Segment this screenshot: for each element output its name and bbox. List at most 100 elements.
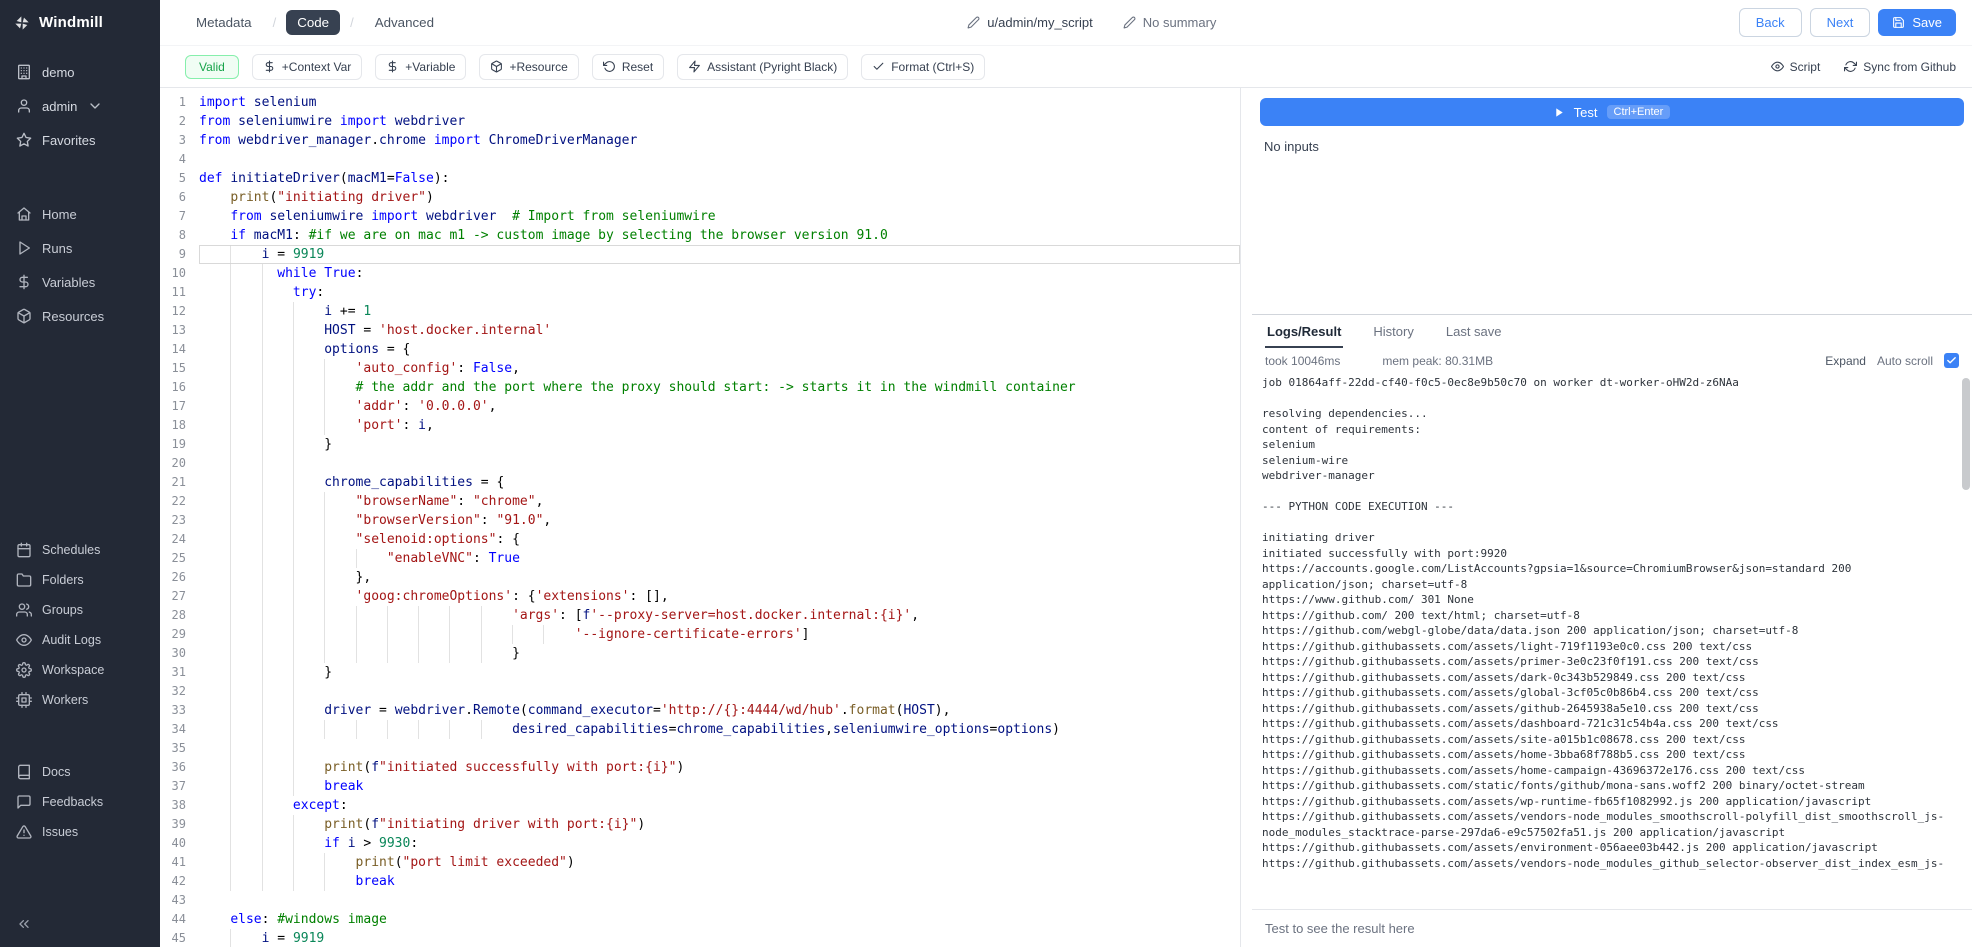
auto-scroll-checkbox[interactable] bbox=[1944, 353, 1959, 368]
code-line[interactable]: 44 else: #windows image bbox=[160, 910, 1240, 929]
code-line[interactable]: 17 'addr': '0.0.0.0', bbox=[160, 397, 1240, 416]
code-line[interactable]: 9 i = 9919 bbox=[160, 245, 1240, 264]
code-line[interactable]: 11 try: bbox=[160, 283, 1240, 302]
toolbar-button[interactable]: +Variable bbox=[375, 54, 466, 80]
code-line[interactable]: 23 "browserVersion": "91.0", bbox=[160, 511, 1240, 530]
sidebar-nav-item[interactable]: Workspace bbox=[0, 655, 160, 685]
line-number: 17 bbox=[160, 397, 186, 416]
code-line[interactable]: 31 } bbox=[160, 663, 1240, 682]
code-line[interactable]: 42 break bbox=[160, 872, 1240, 891]
log-output[interactable]: job 01864aff-22dd-cf40-f0c5-0ec8e9b50c70… bbox=[1252, 373, 1972, 909]
code-line[interactable]: 34 desired_capabilities=chrome_capabilit… bbox=[160, 720, 1240, 739]
sidebar-nav-item[interactable]: Variables bbox=[0, 265, 160, 299]
code-line[interactable]: 24 "selenoid:options": { bbox=[160, 530, 1240, 549]
code-line[interactable]: 40 if i > 9930: bbox=[160, 834, 1240, 853]
toolbar-link-button[interactable]: Script bbox=[1771, 60, 1821, 74]
tab-metadata[interactable]: Metadata bbox=[185, 10, 263, 35]
code-line[interactable]: 3from webdriver_manager.chrome import Ch… bbox=[160, 131, 1240, 150]
code-line[interactable]: 26 }, bbox=[160, 568, 1240, 587]
code-line[interactable]: 8 if macM1: #if we are on mac m1 -> cust… bbox=[160, 226, 1240, 245]
code-line[interactable]: 20 bbox=[160, 454, 1240, 473]
code-line[interactable]: 7 from seleniumwire import webdriver # I… bbox=[160, 207, 1240, 226]
code-line[interactable]: 35 bbox=[160, 739, 1240, 758]
code-line[interactable]: 30 } bbox=[160, 644, 1240, 663]
test-button[interactable]: Test Ctrl+Enter bbox=[1260, 98, 1964, 126]
code-line[interactable]: 36 print(f"initiated successfully with p… bbox=[160, 758, 1240, 777]
logs-tabs: Logs/Result History Last save bbox=[1252, 315, 1972, 348]
tab-logs-result[interactable]: Logs/Result bbox=[1265, 315, 1343, 348]
log-line: https://github.githubassets.com/assets/l… bbox=[1262, 639, 1944, 655]
sidebar-nav-item[interactable]: Workers bbox=[0, 685, 160, 715]
code-line[interactable]: 38 except: bbox=[160, 796, 1240, 815]
check-icon bbox=[872, 60, 885, 73]
code-line[interactable]: 37 break bbox=[160, 777, 1240, 796]
code-line[interactable]: 12 i += 1 bbox=[160, 302, 1240, 321]
sidebar-nav-item[interactable]: Docs bbox=[0, 757, 160, 787]
tab-advanced[interactable]: Advanced bbox=[364, 10, 445, 35]
code-line[interactable]: 22 "browserName": "chrome", bbox=[160, 492, 1240, 511]
code-line[interactable]: 18 'port': i, bbox=[160, 416, 1240, 435]
code-editor[interactable]: 1import selenium2from seleniumwire impor… bbox=[160, 88, 1241, 947]
code-line[interactable]: 5def initiateDriver(macM1=False): bbox=[160, 169, 1240, 188]
code-line[interactable]: 2from seleniumwire import webdriver bbox=[160, 112, 1240, 131]
script-summary[interactable]: No summary bbox=[1123, 15, 1217, 30]
code-line[interactable]: 19 } bbox=[160, 435, 1240, 454]
sidebar-nav-item[interactable]: Runs bbox=[0, 231, 160, 265]
nav-item-label: Resources bbox=[42, 309, 104, 324]
toolbar-button[interactable]: Assistant (Pyright Black) bbox=[677, 54, 848, 80]
code-line[interactable]: 14 options = { bbox=[160, 340, 1240, 359]
sidebar-nav-item[interactable]: Home bbox=[0, 197, 160, 231]
code-line[interactable]: 1import selenium bbox=[160, 93, 1240, 112]
line-number: 31 bbox=[160, 663, 186, 682]
toolbar-button[interactable]: +Resource bbox=[479, 54, 578, 80]
sidebar-nav-item[interactable]: Audit Logs bbox=[0, 625, 160, 655]
code-line[interactable]: 6 print("initiating driver") bbox=[160, 188, 1240, 207]
sidebar-nav-item[interactable]: Groups bbox=[0, 595, 160, 625]
code-line[interactable]: 39 print(f"initiating driver with port:{… bbox=[160, 815, 1240, 834]
tab-last-save[interactable]: Last save bbox=[1444, 315, 1504, 348]
code-line[interactable]: 4 bbox=[160, 150, 1240, 169]
zap-icon bbox=[688, 60, 701, 73]
code-line[interactable]: 28 'args': [f'--proxy-server=host.docker… bbox=[160, 606, 1240, 625]
line-number: 14 bbox=[160, 340, 186, 359]
sidebar-nav-item[interactable]: Folders bbox=[0, 565, 160, 595]
code-line[interactable]: 27 'goog:chromeOptions': {'extensions': … bbox=[160, 587, 1240, 606]
code-line[interactable]: 25 "enableVNC": True bbox=[160, 549, 1240, 568]
sidebar-collapse-button[interactable] bbox=[0, 904, 160, 947]
sidebar-nav-item[interactable]: Feedbacks bbox=[0, 787, 160, 817]
code-line[interactable]: 41 print("port limit exceeded") bbox=[160, 853, 1240, 872]
next-button[interactable]: Next bbox=[1810, 8, 1871, 37]
panel-splitter[interactable] bbox=[1241, 88, 1252, 947]
sidebar-nav-item[interactable]: Issues bbox=[0, 817, 160, 847]
save-button[interactable]: Save bbox=[1878, 9, 1956, 36]
code-line[interactable]: 33 driver = webdriver.Remote(command_exe… bbox=[160, 701, 1240, 720]
sidebar-nav-item[interactable]: Resources bbox=[0, 299, 160, 333]
tab-code[interactable]: Code bbox=[286, 10, 340, 35]
favorites-menu[interactable]: Favorites bbox=[0, 123, 160, 157]
code-line[interactable]: 45 i = 9919 bbox=[160, 929, 1240, 947]
sidebar-nav-admin: Schedules Folders Groups Audit Logs bbox=[0, 535, 160, 715]
code-line[interactable]: 15 'auto_config': False, bbox=[160, 359, 1240, 378]
windmill-home-link[interactable]: Windmill bbox=[0, 0, 160, 45]
code-line[interactable]: 10 while True: bbox=[160, 264, 1240, 283]
toolbar-button[interactable]: +Context Var bbox=[252, 54, 362, 80]
users-icon bbox=[16, 602, 32, 618]
code-line[interactable]: 32 bbox=[160, 682, 1240, 701]
workspace-selector[interactable]: demo bbox=[0, 55, 160, 89]
expand-button[interactable]: Expand bbox=[1825, 354, 1866, 368]
script-path[interactable]: u/admin/my_script bbox=[967, 15, 1092, 30]
toolbar-button[interactable]: Format (Ctrl+S) bbox=[861, 54, 985, 80]
sidebar-nav-item[interactable]: Schedules bbox=[0, 535, 160, 565]
toolbar-button[interactable]: Reset bbox=[592, 54, 664, 80]
code-line[interactable]: 29 '--ignore-certificate-errors'] bbox=[160, 625, 1240, 644]
toolbar-link-button[interactable]: Sync from Github bbox=[1844, 60, 1956, 74]
code-line[interactable]: 13 HOST = 'host.docker.internal' bbox=[160, 321, 1240, 340]
tab-history[interactable]: History bbox=[1371, 315, 1415, 348]
log-scrollbar-thumb[interactable] bbox=[1962, 378, 1970, 490]
user-menu[interactable]: admin bbox=[0, 89, 160, 123]
code-line[interactable]: 21 chrome_capabilities = { bbox=[160, 473, 1240, 492]
code-line[interactable]: 43 bbox=[160, 891, 1240, 910]
log-scrollbar[interactable] bbox=[1961, 373, 1971, 909]
code-line[interactable]: 16 # the addr and the port where the pro… bbox=[160, 378, 1240, 397]
back-button[interactable]: Back bbox=[1739, 8, 1802, 37]
